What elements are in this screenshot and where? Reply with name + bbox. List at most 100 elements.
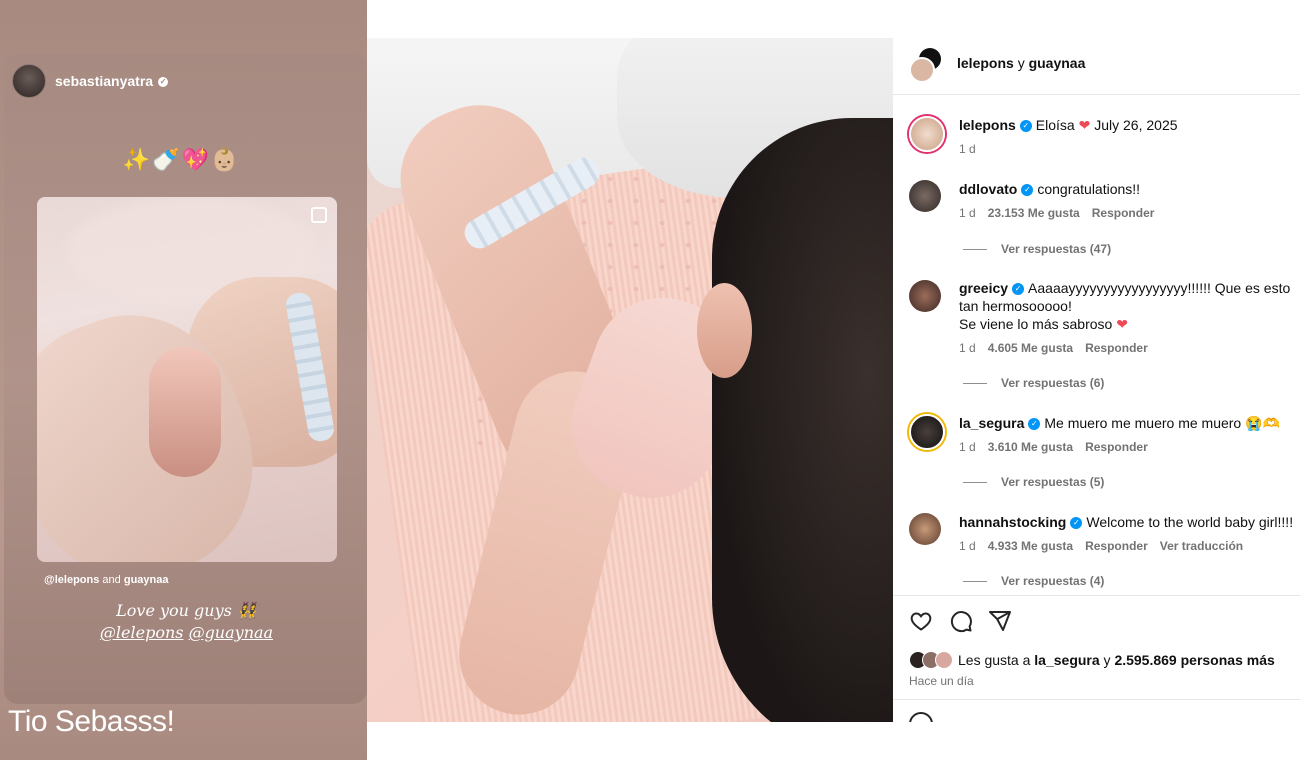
caption-date: July 26, 2025 bbox=[1094, 117, 1178, 133]
comment-text: Aaaaayyyyyyyyyyyyyyyyy!!!!!! Que es esto… bbox=[959, 280, 1291, 314]
comment-text-line-2: Se viene lo más sabroso ❤ bbox=[959, 315, 1294, 333]
story-love-text: Love you guys 👯‍♀️ @lelepons @guaynaa bbox=[0, 600, 367, 644]
story-header: sebastianyatra ✓ bbox=[12, 64, 169, 98]
story-repost-mention: @lelepons and guaynaa bbox=[44, 574, 168, 586]
view-replies-button[interactable]: Ver respuestas (4) bbox=[963, 574, 1104, 588]
likes-joiner: y bbox=[1103, 652, 1111, 668]
copy-icon bbox=[311, 207, 327, 223]
replies-line bbox=[963, 482, 987, 484]
post-photo[interactable] bbox=[367, 38, 893, 722]
comment-username[interactable]: la_segura bbox=[959, 415, 1024, 431]
photo-dark-hair bbox=[712, 118, 893, 722]
view-replies-label[interactable]: Ver respuestas (5) bbox=[1001, 475, 1104, 489]
photo-baby-foot bbox=[149, 347, 221, 477]
story-username-text[interactable]: sebastianyatra bbox=[55, 73, 153, 89]
view-replies-label[interactable]: Ver respuestas (6) bbox=[1001, 376, 1104, 390]
author-2[interactable]: guaynaa bbox=[1029, 55, 1086, 71]
emoji-icon[interactable] bbox=[909, 712, 933, 722]
comment-username[interactable]: ddlovato bbox=[959, 181, 1017, 197]
avatar[interactable] bbox=[909, 414, 945, 450]
comment-likes[interactable]: 4.605 Me gusta bbox=[988, 341, 1073, 355]
avatar[interactable] bbox=[909, 280, 941, 312]
love-mention-1[interactable]: @lelepons bbox=[100, 623, 184, 642]
mention-user-2[interactable]: guaynaa bbox=[124, 574, 169, 586]
caption-username[interactable]: lelepons bbox=[959, 117, 1016, 133]
story-baby-photo bbox=[37, 197, 337, 562]
story-panel: sebastianyatra ✓ ✨🍼💖👶🏼 @lelepons and guay… bbox=[0, 0, 367, 760]
comment-body: ddlovato ✓ congratulations!! 1 d 23.153 Me … bbox=[959, 180, 1294, 222]
story-username[interactable]: sebastianyatra ✓ bbox=[55, 73, 169, 89]
comment-text-2: Se viene lo más sabroso bbox=[959, 316, 1113, 332]
post-authors: lelepons y guaynaa bbox=[957, 55, 1085, 71]
translate-button[interactable]: Ver traducción bbox=[1160, 539, 1243, 553]
view-replies-label[interactable]: Ver respuestas (47) bbox=[1001, 242, 1111, 256]
reply-button[interactable]: Responder bbox=[1092, 206, 1155, 220]
comment-body: la_segura ✓ Me muero me muero me muero 😭🫶 … bbox=[959, 414, 1294, 456]
likes-count[interactable]: 2.595.869 personas más bbox=[1114, 652, 1274, 668]
comment-meta: 1 d 3.610 Me gusta Responder bbox=[959, 438, 1294, 456]
comment-meta: 1 d 4.605 Me gusta Responder bbox=[959, 339, 1294, 357]
add-comment-row[interactable] bbox=[893, 699, 1300, 722]
author-joiner: y bbox=[1017, 55, 1025, 71]
verified-icon: ✓ bbox=[158, 77, 169, 88]
reply-button[interactable]: Responder bbox=[1085, 440, 1148, 454]
comment-username[interactable]: greeicy bbox=[959, 280, 1008, 296]
comment-body: greeicy ✓ Aaaaayyyyyyyyyyyyyyyyy!!!!!! Que… bbox=[959, 279, 1294, 357]
caption-meta: 1 d bbox=[959, 140, 1294, 158]
avatar bbox=[935, 651, 953, 669]
share-icon[interactable] bbox=[988, 609, 1012, 633]
view-replies-label[interactable]: Ver respuestas (4) bbox=[1001, 574, 1104, 588]
likes-summary: Les gusta a la_segura y 2.595.869 person… bbox=[909, 651, 1275, 669]
mention-user-1[interactable]: @lelepons bbox=[44, 574, 99, 586]
comment-likes[interactable]: 3.610 Me gusta bbox=[988, 440, 1073, 454]
avatar[interactable] bbox=[909, 116, 945, 152]
photo-baby-ear bbox=[697, 283, 752, 378]
caption-time: 1 d bbox=[959, 142, 976, 156]
replies-line bbox=[963, 249, 987, 251]
heart-icon[interactable] bbox=[909, 609, 933, 633]
heart-emoji-icon: ❤ bbox=[1116, 316, 1128, 332]
caption-body: lelepons ✓ Eloísa ❤ July 26, 2025 1 d bbox=[959, 116, 1294, 158]
reply-button[interactable]: Responder bbox=[1085, 539, 1148, 553]
likes-text: Les gusta a la_segura y 2.595.869 person… bbox=[958, 652, 1275, 668]
comment-meta: 1 d 23.153 Me gusta Responder bbox=[959, 204, 1294, 222]
comment-time: 1 d bbox=[959, 440, 976, 454]
reply-button[interactable]: Responder bbox=[1085, 341, 1148, 355]
verified-icon: ✓ bbox=[1070, 517, 1083, 530]
post-actions: Les gusta a la_segura y 2.595.869 person… bbox=[893, 595, 1300, 722]
caption-text: Eloísa bbox=[1035, 117, 1075, 133]
posted-ago[interactable]: Hace un día bbox=[909, 674, 974, 688]
comment-text: Me muero me muero me muero 😭🫶 bbox=[1044, 415, 1280, 431]
replies-line bbox=[963, 383, 987, 385]
verified-icon: ✓ bbox=[1028, 418, 1041, 431]
love-mention-2[interactable]: @guaynaa bbox=[189, 623, 274, 642]
avatar[interactable] bbox=[909, 57, 935, 83]
view-replies-button[interactable]: Ver respuestas (5) bbox=[963, 475, 1104, 489]
replies-line bbox=[963, 581, 987, 583]
comment-likes[interactable]: 4.933 Me gusta bbox=[988, 539, 1073, 553]
comment-meta: 1 d 4.933 Me gusta Responder Ver traducción bbox=[959, 537, 1294, 555]
comment-username[interactable]: hannahstocking bbox=[959, 514, 1066, 530]
comment-text: Welcome to the world baby girl!!!! bbox=[1086, 514, 1294, 530]
story-avatar[interactable] bbox=[12, 64, 46, 98]
view-replies-button[interactable]: Ver respuestas (6) bbox=[963, 376, 1104, 390]
story-love-line: Love you guys 👯‍♀️ bbox=[116, 601, 257, 620]
verified-icon: ✓ bbox=[1012, 283, 1025, 296]
comment-icon[interactable] bbox=[949, 609, 973, 633]
comment-likes[interactable]: 23.153 Me gusta bbox=[988, 206, 1080, 220]
post-sidebar: lelepons y guaynaa lelepons ✓ Eloísa ❤ Jul… bbox=[893, 38, 1300, 722]
story-love-mentions: @lelepons @guaynaa bbox=[0, 622, 367, 644]
likes-user[interactable]: la_segura bbox=[1034, 652, 1099, 668]
story-emojis: ✨🍼💖👶🏼 bbox=[122, 147, 241, 172]
author-1[interactable]: lelepons bbox=[957, 55, 1014, 71]
comment-text: congratulations!! bbox=[1037, 181, 1141, 197]
heart-emoji-icon: ❤ bbox=[1078, 117, 1091, 133]
avatar[interactable] bbox=[909, 513, 941, 545]
story-caption: Tio Sebasss! bbox=[8, 705, 175, 738]
mention-and: and bbox=[102, 574, 121, 586]
likes-prefix: Les gusta a bbox=[958, 652, 1031, 668]
post-header: lelepons y guaynaa bbox=[893, 38, 1300, 95]
view-replies-button[interactable]: Ver respuestas (47) bbox=[963, 242, 1111, 256]
avatar[interactable] bbox=[909, 180, 941, 212]
verified-icon: ✓ bbox=[1021, 184, 1034, 197]
